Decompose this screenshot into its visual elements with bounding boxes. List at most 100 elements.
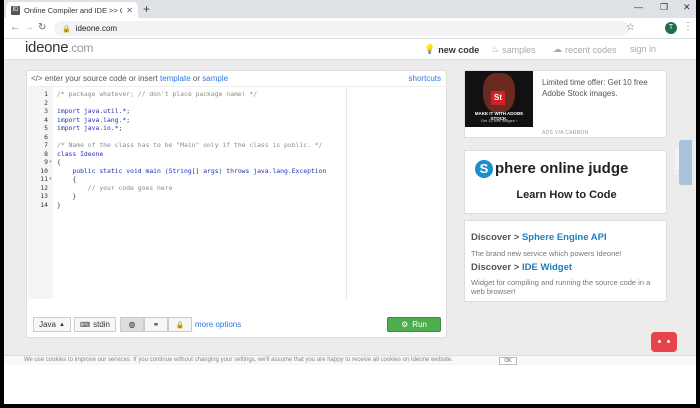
fold-arrow-icon[interactable]: ▾ [49, 158, 52, 167]
code-text: /* package whatever; // don't place pack… [57, 90, 258, 98]
line-number: 13 [40, 192, 48, 200]
or-text: or [192, 74, 201, 83]
code-text: import java.lang.*; [57, 115, 131, 124]
browser-window: ID Online Compiler and IDE >> C/C ✕ + — … [4, 0, 696, 404]
back-icon[interactable]: ← [10, 22, 20, 33]
run-label: Run [412, 320, 427, 329]
nav-label: samples [502, 44, 536, 55]
forward-icon[interactable]: → [24, 22, 34, 33]
browser-menu-icon[interactable]: ⋮ [683, 21, 693, 32]
discover-panel: Discover > Sphere Engine API The brand n… [464, 220, 667, 302]
nav-new-code[interactable]: 💡 new code [424, 44, 479, 55]
tab-title: Online Compiler and IDE >> C/C [24, 5, 123, 15]
code-line[interactable]: 5 import java.io.*; [28, 124, 447, 133]
discover-heading-widget[interactable]: Discover > IDE Widget [471, 262, 572, 273]
line-number: 8 [44, 149, 48, 158]
sphere-engine-api-link[interactable]: Sphere Engine API [522, 232, 607, 243]
url-input[interactable]: 🔒 ideone.com [54, 21, 629, 36]
fold-arrow-icon[interactable]: ▾ [49, 175, 52, 184]
code-line[interactable]: 10 public static void main (String[] arg… [28, 167, 447, 176]
feedback-tab[interactable]: Feedback [675, 140, 692, 185]
code-line[interactable]: 9 ▾ { [28, 158, 447, 167]
sphere-banner[interactable]: S phere online judge Learn How to Code [464, 150, 667, 214]
caret-up-icon: ▲ [58, 321, 65, 328]
code-line[interactable]: 6 [28, 133, 447, 142]
code-text: import java.io.*; [57, 124, 123, 132]
minimize-icon[interactable]: — [634, 2, 643, 12]
nav-label: new code [438, 44, 480, 55]
code-line[interactable]: 14} [28, 201, 447, 210]
editor-toolbar: Java ▲ ⌨ stdin ◍ ⚭ 🔒 more options ⚙ Run [27, 313, 446, 337]
public-toggle[interactable]: ◍ [120, 317, 144, 332]
ide-widget-link[interactable]: IDE Widget [522, 262, 572, 273]
reload-icon[interactable]: ↻ [38, 22, 46, 33]
browser-tab[interactable]: ID Online Compiler and IDE >> C/C ✕ [6, 2, 138, 18]
code-line[interactable]: 7 /* Name of the class has to be "Main" o… [28, 141, 447, 150]
language-select[interactable]: Java ▲ [33, 317, 71, 332]
nav-label: recent codes [565, 44, 617, 55]
close-tab-icon[interactable]: ✕ [126, 6, 133, 15]
url-text: ideone.com [75, 24, 118, 33]
line-number: 6 [44, 132, 48, 141]
nav-sign-in[interactable]: sign in [630, 44, 656, 54]
ad-image[interactable]: St MAKE IT WITH ADOBE STOCK. Get 10 free… [465, 71, 533, 127]
line-number: 7 [44, 141, 48, 149]
code-line[interactable]: 4 import java.lang.*; [28, 116, 447, 125]
chatbot-icon[interactable] [651, 332, 677, 352]
line-number: 11 [40, 175, 48, 183]
ad-image-cta: Get 10 free images › [480, 118, 518, 123]
run-button[interactable]: ⚙ Run [387, 317, 441, 332]
code-line[interactable]: 1 /* package whatever; // don't place pac… [28, 90, 447, 99]
discover-heading-api[interactable]: Discover > Sphere Engine API [471, 232, 607, 243]
profile-avatar[interactable]: T [665, 22, 677, 34]
bookmark-star-icon[interactable]: ☆ [626, 22, 635, 33]
line-number: 14 [40, 200, 48, 209]
sphere-logo-icon: S [475, 160, 493, 178]
cookie-ok-button[interactable]: OK [499, 357, 517, 365]
code-line[interactable]: 2 [28, 99, 447, 108]
maximize-icon[interactable]: ❐ [660, 2, 668, 13]
code-line[interactable]: 8 class Ideone [28, 150, 447, 159]
code-text: { [57, 158, 61, 166]
keyboard-icon: ⌨ [79, 321, 91, 329]
nav-recent-codes[interactable]: ☁ recent codes [553, 44, 617, 55]
private-toggle[interactable]: 🔒 [168, 317, 192, 332]
feedback-label: Feedback [675, 147, 682, 175]
nav-samples[interactable]: ♨ samples [491, 44, 536, 55]
tab-bar: ID Online Compiler and IDE >> C/C ✕ + — … [4, 0, 696, 18]
cloud-icon: ☁ [553, 44, 562, 54]
site-logo[interactable]: ideone.com [25, 39, 93, 56]
code-line[interactable]: 11 ▾ { [28, 175, 447, 184]
new-tab-icon[interactable]: + [143, 2, 150, 16]
stdin-button[interactable]: ⌨ stdin [74, 317, 116, 332]
globe-icon: ◍ [128, 320, 136, 329]
stdin-label: stdin [93, 320, 110, 329]
ad-text[interactable]: Limited time offer: Get 10 free Adobe St… [542, 77, 662, 99]
line-number: 3 [44, 107, 48, 115]
page-bottom-area [4, 365, 696, 404]
favicon-icon: ID [11, 5, 20, 15]
code-line[interactable]: 13 } [28, 192, 447, 201]
sample-link[interactable]: sample [202, 74, 228, 83]
shortcuts-link[interactable]: shortcuts [409, 74, 441, 83]
code-text: class Ideone [57, 149, 104, 158]
line-number: 5 [44, 124, 48, 132]
lock-icon: 🔒 [62, 25, 71, 33]
cookie-banner: We use cookies to improve our services. … [4, 355, 696, 365]
bulb-icon: ♨ [491, 44, 500, 54]
code-line[interactable]: 3 import java.util.*; [28, 107, 447, 116]
template-link[interactable]: template [160, 74, 191, 83]
sphere-subtitle: Learn How to Code [516, 189, 617, 201]
code-line[interactable]: 12 // your code goes here [28, 184, 447, 193]
unlisted-toggle[interactable]: ⚭ [144, 317, 168, 332]
ad-via-label[interactable]: ADS VIA CARBON [542, 130, 588, 136]
nav-label: sign in [630, 44, 657, 54]
carbon-ad[interactable]: St MAKE IT WITH ADOBE STOCK. Get 10 free… [464, 70, 667, 138]
address-bar: ← → ↻ 🔒 ideone.com ☆ T ⋮ [4, 18, 696, 39]
gears-icon: ⚙ [401, 320, 409, 329]
line-number: 10 [40, 166, 48, 175]
logo-suffix: .com [68, 41, 94, 55]
more-options-link[interactable]: more options [195, 320, 241, 329]
code-area[interactable]: 1 /* package whatever; // don't place pac… [28, 86, 447, 299]
close-window-icon[interactable]: ✕ [683, 2, 691, 13]
